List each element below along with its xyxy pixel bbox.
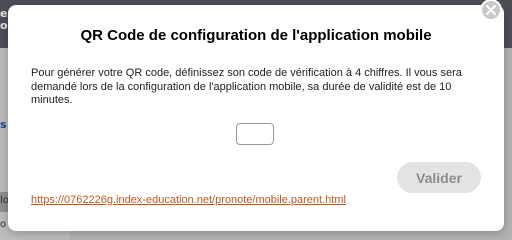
- mobile-app-link[interactable]: https://0762226g.index-education.net/pro…: [31, 194, 346, 206]
- validate-button[interactable]: Valider: [397, 162, 481, 193]
- qr-config-dialog: QR Code de configuration de l'applicatio…: [8, 0, 504, 231]
- dialog-title: QR Code de configuration de l'applicatio…: [80, 27, 432, 44]
- close-icon: [486, 5, 496, 15]
- background-sidebar-link: s: [0, 118, 7, 131]
- verification-code-input[interactable]: [236, 123, 274, 145]
- close-button[interactable]: [480, 0, 502, 21]
- dialog-description: Pour générer votre QR code, définissez s…: [31, 67, 462, 106]
